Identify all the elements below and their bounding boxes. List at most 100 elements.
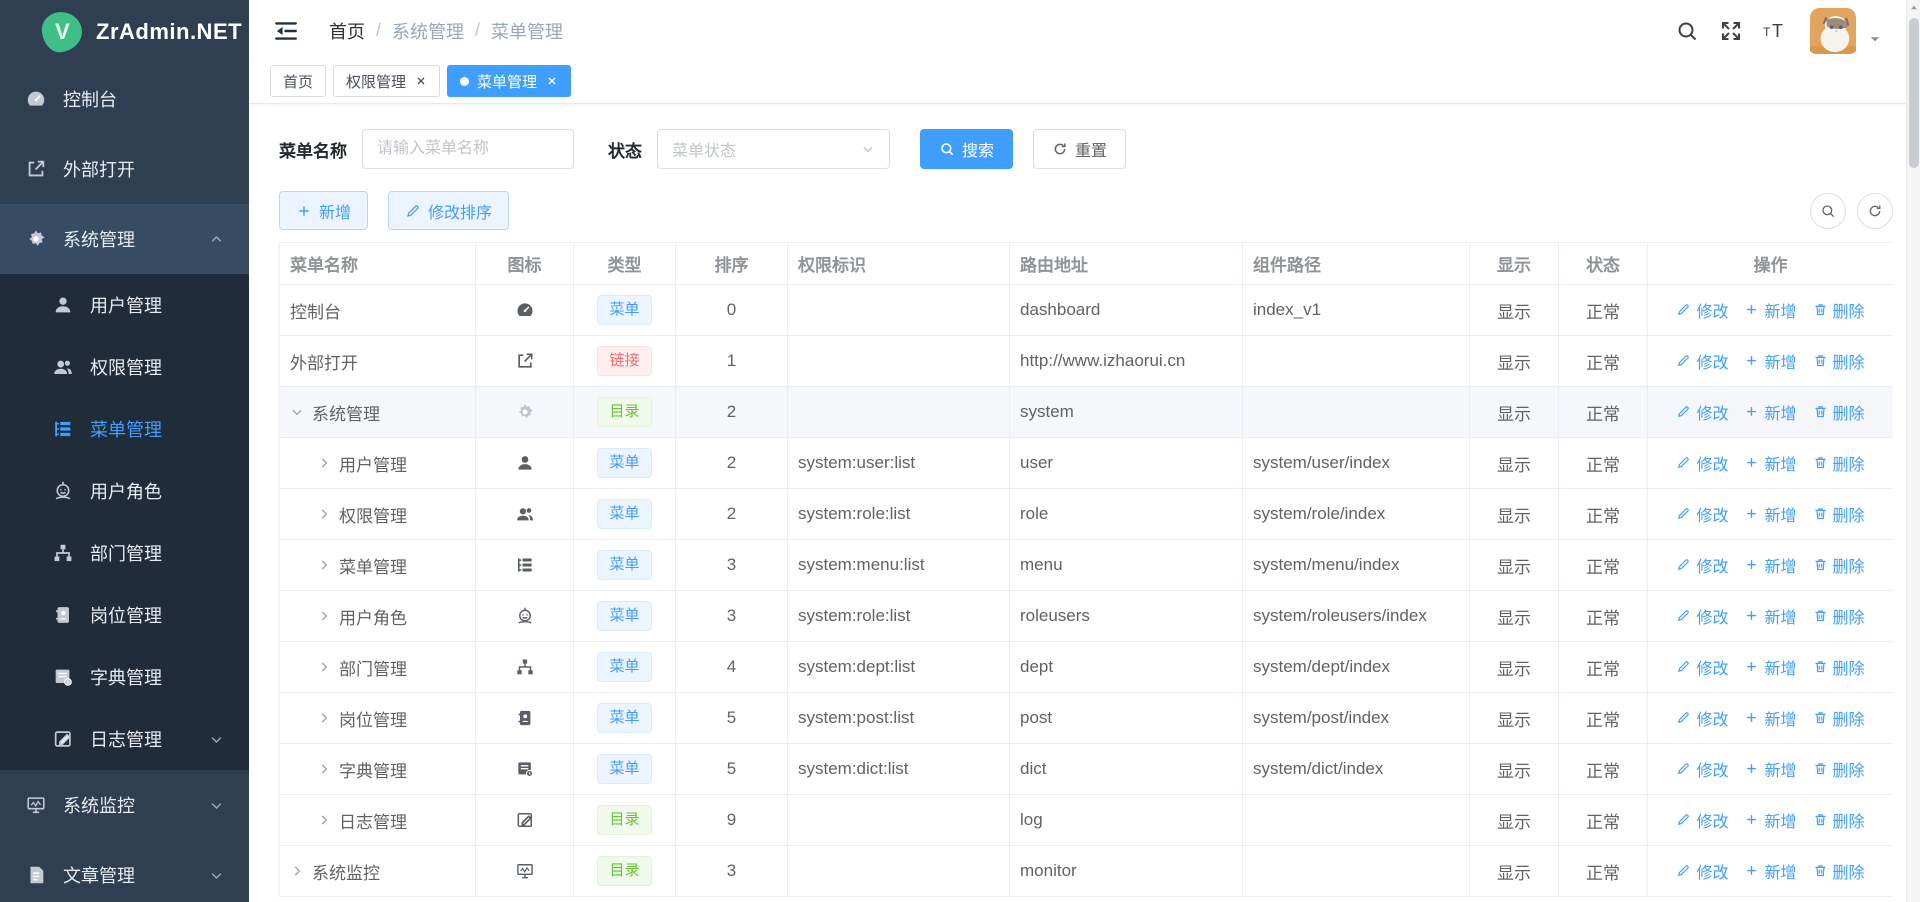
edit-row-button[interactable]: 修改 bbox=[1676, 451, 1728, 475]
add-row-button[interactable]: 新增 bbox=[1744, 400, 1796, 424]
sidebar-item-menu[interactable]: 菜单管理 bbox=[0, 398, 249, 460]
add-row-button[interactable]: 新增 bbox=[1744, 655, 1796, 679]
sidebar-item-dict[interactable]: 字典管理 bbox=[0, 646, 249, 708]
delete-row-button[interactable]: 删除 bbox=[1813, 400, 1865, 424]
delete-row-button[interactable]: 删除 bbox=[1813, 349, 1865, 373]
add-row-button[interactable]: 新增 bbox=[1744, 706, 1796, 730]
menu-name-input[interactable] bbox=[362, 129, 574, 169]
chevron-right-icon[interactable] bbox=[317, 609, 331, 623]
sidebar-item-dashboard[interactable]: 控制台 bbox=[0, 64, 249, 134]
table-row[interactable]: 字典管理菜单5system:dict:listdictsystem/dict/i… bbox=[280, 744, 1893, 795]
header-search-icon[interactable] bbox=[1675, 19, 1699, 43]
edit-row-button[interactable]: 修改 bbox=[1676, 298, 1728, 322]
menu-status-select[interactable]: 菜单状态 bbox=[657, 129, 890, 169]
delete-row-button[interactable]: 删除 bbox=[1813, 808, 1865, 832]
tab-首页[interactable]: 首页 bbox=[270, 65, 326, 97]
table-row[interactable]: 外部打开链接1http://www.izhaorui.cn显示正常修改新增删除 bbox=[280, 336, 1893, 387]
modify-sort-button[interactable]: 修改排序 bbox=[388, 191, 509, 230]
edit-row-button[interactable]: 修改 bbox=[1676, 553, 1728, 577]
sidebar-item-external[interactable]: 外部打开 bbox=[0, 134, 249, 204]
chevron-right-icon[interactable] bbox=[317, 507, 331, 521]
add-row-button[interactable]: 新增 bbox=[1744, 553, 1796, 577]
add-button[interactable]: 新增 bbox=[279, 191, 368, 230]
breadcrumb-item[interactable]: 系统管理 bbox=[392, 18, 464, 44]
table-row[interactable]: 控制台菜单0dashboardindex_v1显示正常修改新增删除 bbox=[280, 285, 1893, 336]
delete-row-button[interactable]: 删除 bbox=[1813, 655, 1865, 679]
edit-row-label: 修改 bbox=[1696, 757, 1728, 781]
sidebar-fold-icon[interactable] bbox=[273, 18, 299, 44]
add-row-button[interactable]: 新增 bbox=[1744, 859, 1796, 883]
edit-row-button[interactable]: 修改 bbox=[1676, 502, 1728, 526]
delete-row-button[interactable]: 删除 bbox=[1813, 451, 1865, 475]
chevron-right-icon[interactable] bbox=[317, 711, 331, 725]
table-row[interactable]: 用户管理菜单2system:user:listusersystem/user/i… bbox=[280, 438, 1893, 489]
user-menu-caret-icon[interactable] bbox=[1868, 32, 1882, 46]
app-logo[interactable]: V ZrAdmin.NET bbox=[0, 0, 249, 64]
table-row[interactable]: 日志管理目录9log显示正常修改新增删除 bbox=[280, 795, 1893, 846]
fullscreen-icon[interactable] bbox=[1719, 19, 1743, 43]
delete-row-button[interactable]: 删除 bbox=[1813, 706, 1865, 730]
breadcrumb-item[interactable]: 首页 bbox=[329, 18, 365, 44]
page-scrollbar bbox=[1906, 0, 1920, 902]
add-row-button[interactable]: 新增 bbox=[1744, 349, 1796, 373]
chevron-down-icon[interactable] bbox=[290, 405, 304, 419]
sidebar-item-monitor[interactable]: 系统监控 bbox=[0, 770, 249, 840]
sidebar-item-role[interactable]: 权限管理 bbox=[0, 336, 249, 398]
table-row[interactable]: 岗位管理菜单5system:post:listpostsystem/post/i… bbox=[280, 693, 1893, 744]
add-row-button[interactable]: 新增 bbox=[1744, 502, 1796, 526]
sidebar-item-article[interactable]: 文章管理 bbox=[0, 840, 249, 902]
search-button[interactable]: 搜索 bbox=[920, 129, 1013, 169]
delete-row-button[interactable]: 删除 bbox=[1813, 553, 1865, 577]
edit-row-button[interactable]: 修改 bbox=[1676, 706, 1728, 730]
tab-权限管理[interactable]: 权限管理 bbox=[333, 65, 440, 97]
refresh-table-button[interactable] bbox=[1857, 193, 1893, 229]
sidebar-item-system[interactable]: 系统管理 bbox=[0, 204, 249, 274]
table-row[interactable]: 部门管理菜单4system:dept:listdeptsystem/dept/i… bbox=[280, 642, 1893, 693]
delete-row-button[interactable]: 删除 bbox=[1813, 604, 1865, 628]
add-row-button[interactable]: 新增 bbox=[1744, 757, 1796, 781]
plus-icon bbox=[1744, 506, 1759, 521]
edit-row-button[interactable]: 修改 bbox=[1676, 757, 1728, 781]
sidebar-item-roleusers[interactable]: 用户角色 bbox=[0, 460, 249, 522]
add-row-button[interactable]: 新增 bbox=[1744, 808, 1796, 832]
sidebar-item-user[interactable]: 用户管理 bbox=[0, 274, 249, 336]
chevron-right-icon[interactable] bbox=[290, 864, 304, 878]
edit-row-label: 修改 bbox=[1696, 553, 1728, 577]
edit-row-button[interactable]: 修改 bbox=[1676, 655, 1728, 679]
delete-row-button[interactable]: 删除 bbox=[1813, 859, 1865, 883]
table-row[interactable]: 用户角色菜单3system:role:listroleuserssystem/r… bbox=[280, 591, 1893, 642]
chevron-right-icon[interactable] bbox=[317, 813, 331, 827]
delete-row-button[interactable]: 删除 bbox=[1813, 502, 1865, 526]
table-row[interactable]: 系统监控目录3monitor显示正常修改新增删除 bbox=[280, 846, 1893, 897]
sidebar-item-dept[interactable]: 部门管理 bbox=[0, 522, 249, 584]
font-size-icon[interactable]: TT bbox=[1763, 19, 1787, 43]
scrollbar-up-arrow[interactable] bbox=[1907, 0, 1920, 16]
toggle-search-button[interactable] bbox=[1810, 193, 1846, 229]
delete-row-button[interactable]: 删除 bbox=[1813, 757, 1865, 781]
table-row[interactable]: 菜单管理菜单3system:menu:listmenusystem/menu/i… bbox=[280, 540, 1893, 591]
add-row-button[interactable]: 新增 bbox=[1744, 604, 1796, 628]
edit-row-button[interactable]: 修改 bbox=[1676, 349, 1728, 373]
add-row-button[interactable]: 新增 bbox=[1744, 298, 1796, 322]
add-row-button[interactable]: 新增 bbox=[1744, 451, 1796, 475]
sidebar-item-post[interactable]: 岗位管理 bbox=[0, 584, 249, 646]
chevron-right-icon[interactable] bbox=[317, 660, 331, 674]
edit-row-button[interactable]: 修改 bbox=[1676, 859, 1728, 883]
scrollbar-thumb[interactable] bbox=[1909, 18, 1919, 168]
sidebar-item-log[interactable]: 日志管理 bbox=[0, 708, 249, 770]
chevron-right-icon[interactable] bbox=[317, 762, 331, 776]
user-avatar[interactable] bbox=[1807, 8, 1859, 54]
table-row[interactable]: 权限管理菜单2system:role:listrolesystem/role/i… bbox=[280, 489, 1893, 540]
reset-button[interactable]: 重置 bbox=[1033, 129, 1126, 169]
close-icon[interactable] bbox=[546, 75, 558, 87]
edit-row-button[interactable]: 修改 bbox=[1676, 400, 1728, 424]
log-edit-icon bbox=[515, 810, 535, 830]
close-icon[interactable] bbox=[415, 75, 427, 87]
delete-row-button[interactable]: 删除 bbox=[1813, 298, 1865, 322]
table-row[interactable]: 系统管理目录2system显示正常修改新增删除 bbox=[280, 387, 1893, 438]
edit-row-button[interactable]: 修改 bbox=[1676, 604, 1728, 628]
chevron-right-icon[interactable] bbox=[317, 558, 331, 572]
tab-菜单管理[interactable]: 菜单管理 bbox=[447, 65, 571, 97]
chevron-right-icon[interactable] bbox=[317, 456, 331, 470]
edit-row-button[interactable]: 修改 bbox=[1676, 808, 1728, 832]
